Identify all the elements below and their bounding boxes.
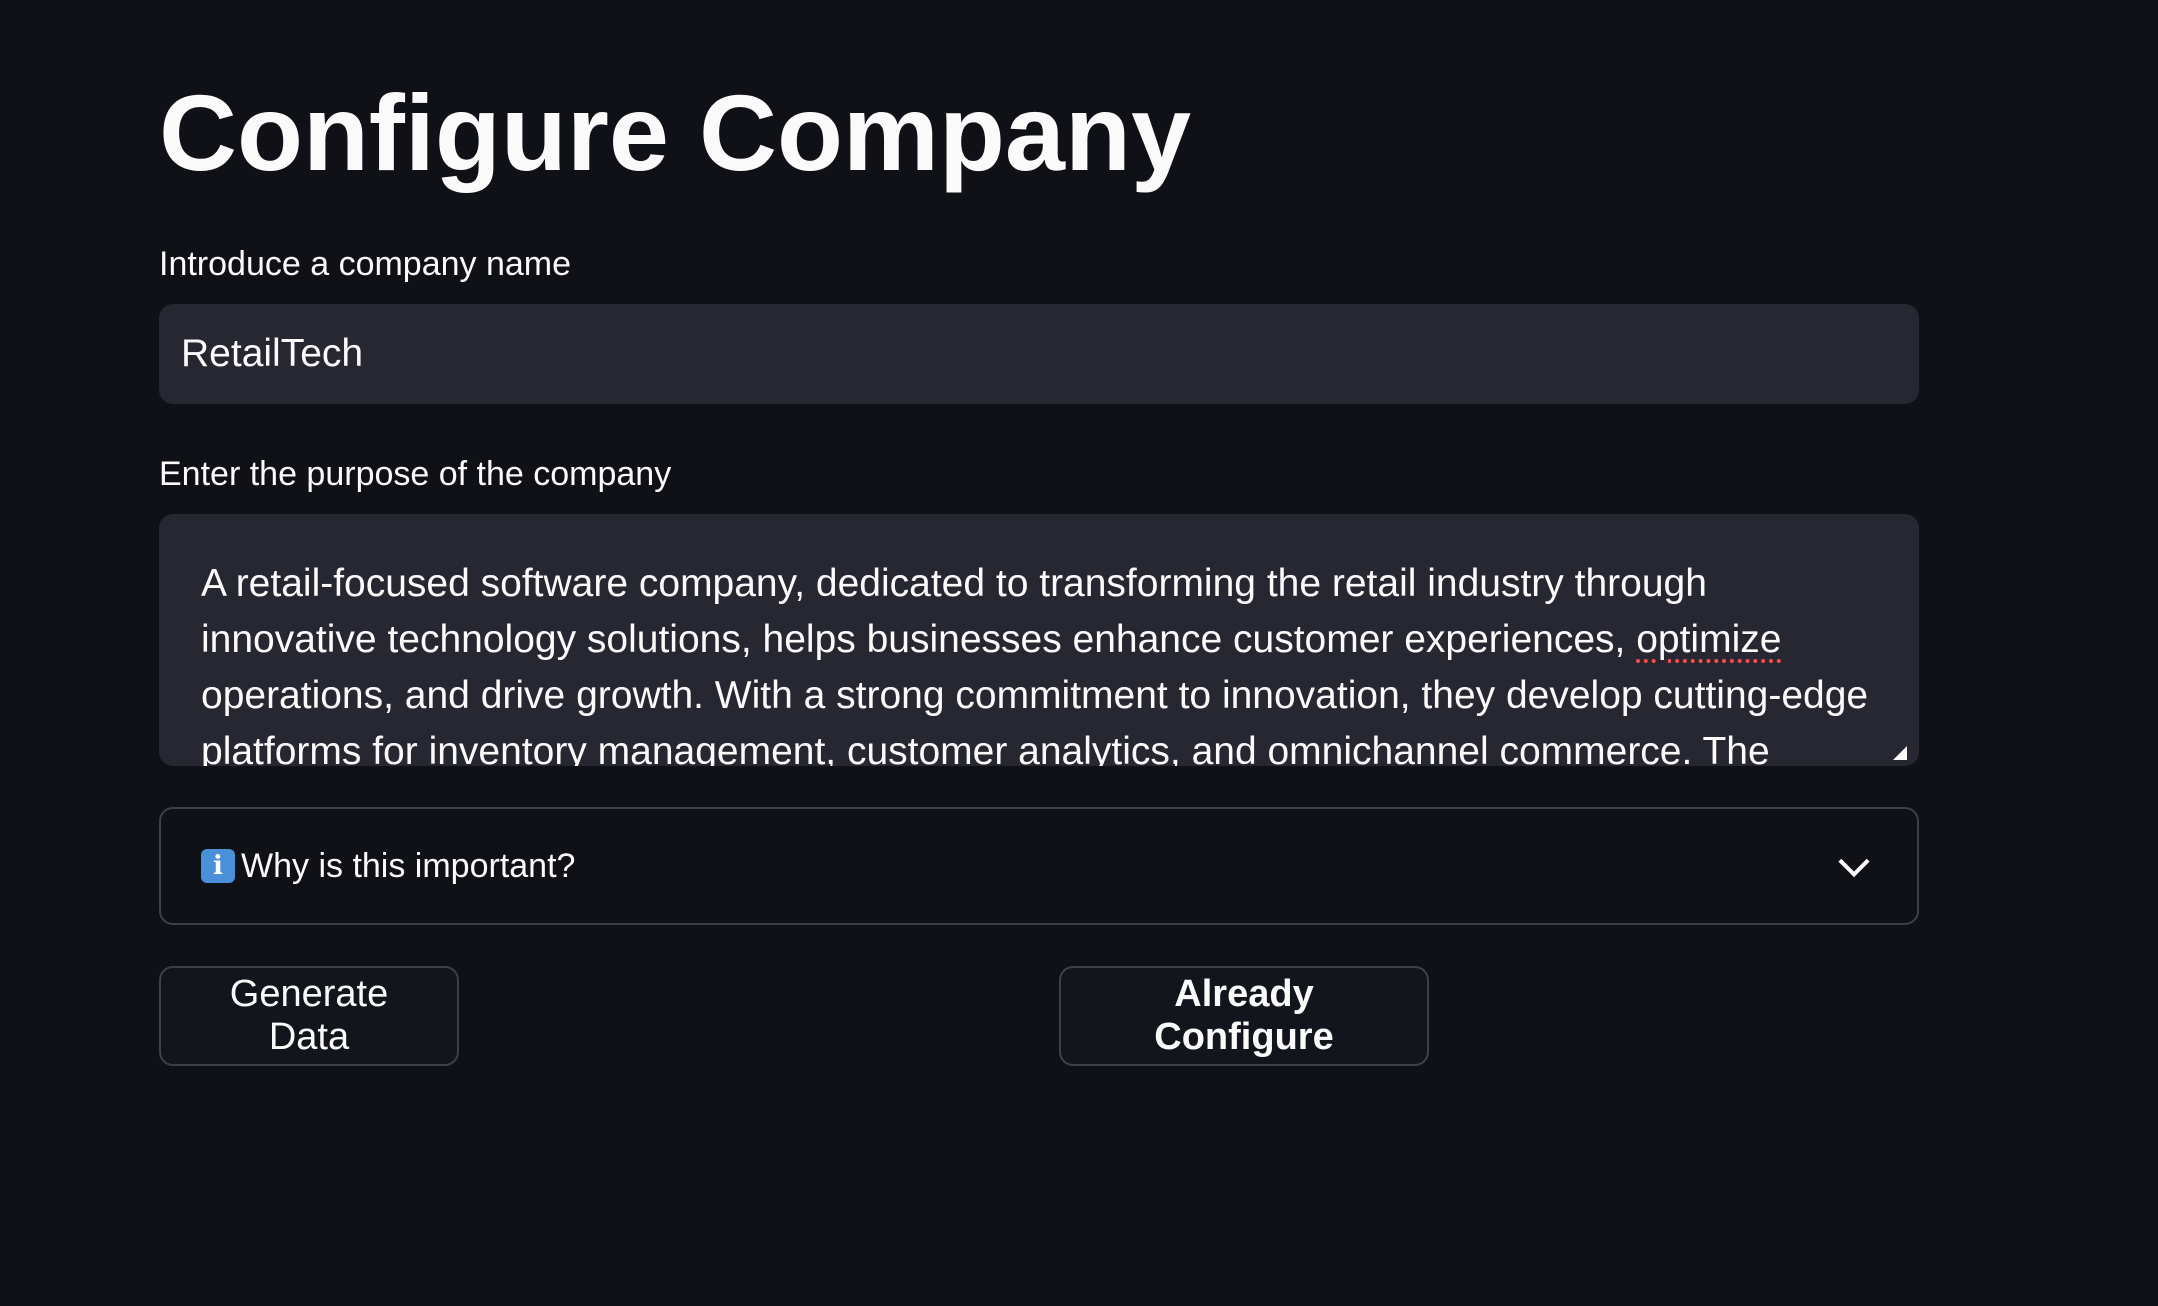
purpose-text-part2: operations, and drive growth. With a str… — [201, 674, 1869, 766]
purpose-text-part1: A retail-focused software company, dedic… — [201, 562, 1707, 661]
resize-handle-icon[interactable] — [1893, 746, 1907, 760]
page: Configure Company Introduce a company na… — [0, 0, 2158, 1306]
company-name-input[interactable] — [159, 304, 1919, 404]
why-important-expander[interactable]: i Why is this important? — [159, 807, 1919, 925]
info-icon: i — [201, 849, 235, 883]
purpose-textarea[interactable]: A retail-focused software company, dedic… — [159, 514, 1919, 766]
page-title: Configure Company — [159, 72, 1192, 193]
generate-data-button[interactable]: Generate Data — [159, 966, 459, 1066]
company-name-label: Introduce a company name — [159, 245, 572, 283]
already-configure-button[interactable]: Already Configure — [1059, 966, 1429, 1066]
expander-label: Why is this important? — [241, 846, 576, 885]
misspelled-word: optimize — [1636, 618, 1782, 661]
purpose-label: Enter the purpose of the company — [159, 455, 672, 493]
chevron-down-icon — [1838, 846, 1870, 878]
purpose-text: A retail-focused software company, dedic… — [201, 556, 1881, 766]
